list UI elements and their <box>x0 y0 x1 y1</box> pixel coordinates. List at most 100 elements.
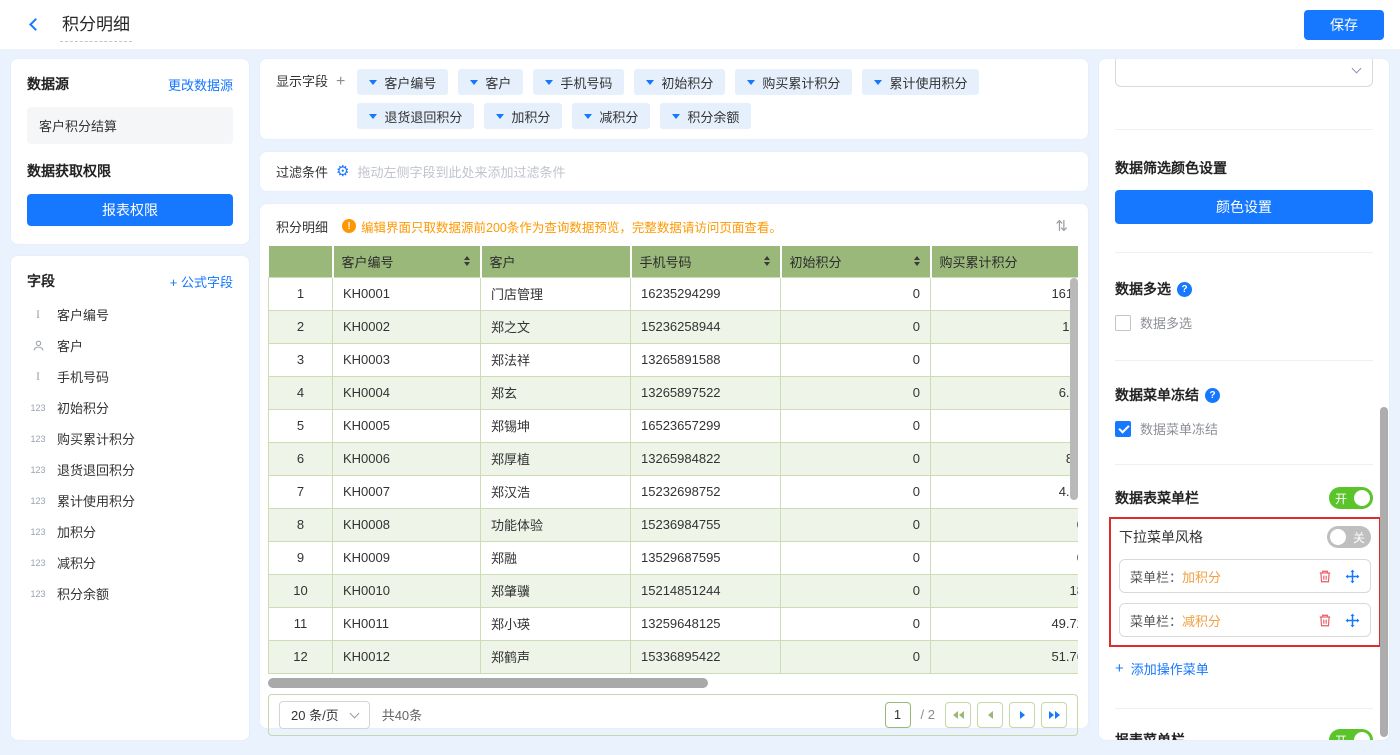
table-cell: KH0011 <box>333 607 481 640</box>
datasource-value[interactable]: 客户积分结算 <box>27 107 233 144</box>
prev-page-button[interactable] <box>977 702 1003 728</box>
multi-select-checkbox[interactable] <box>1115 315 1131 331</box>
add-display-field-button[interactable]: + <box>336 69 345 95</box>
table-cell: 0 <box>781 541 931 574</box>
field-item[interactable]: I客户编号 <box>27 299 233 330</box>
fields-title: 字段 <box>27 271 55 291</box>
table-cell: 16235294299 <box>631 277 781 310</box>
trash-icon[interactable] <box>1318 613 1332 628</box>
left-arrow-icon <box>988 711 993 719</box>
sort-order-icon[interactable] <box>1047 215 1076 237</box>
color-settings-button[interactable]: 颜色设置 <box>1115 190 1373 224</box>
report-permission-button[interactable]: 报表权限 <box>27 194 233 226</box>
field-item[interactable]: 123积分余额 <box>27 578 233 609</box>
field-label: 购买累计积分 <box>57 429 135 448</box>
table-row[interactable]: 1KH0001门店管理162352942990161.2 <box>269 277 1079 310</box>
sort-icon[interactable] <box>762 254 772 268</box>
table-cell: KH0009 <box>333 541 481 574</box>
field-item[interactable]: 123购买累计积分 <box>27 423 233 454</box>
freeze-checkbox[interactable] <box>1115 421 1131 437</box>
field-item[interactable]: 客户 <box>27 330 233 361</box>
table-row[interactable]: 12KH0012郑鹤声15336895422051.76 <box>269 640 1079 673</box>
table-cell: 0 <box>781 475 931 508</box>
last-page-button[interactable] <box>1041 702 1067 728</box>
display-field-chip[interactable]: 客户编号 <box>357 69 448 95</box>
back-button[interactable] <box>22 12 48 38</box>
table-row[interactable]: 7KH0007郑汉浩1523269875204.12 <box>269 475 1079 508</box>
column-header[interactable]: 购买累计积分 <box>931 246 1079 277</box>
table-cell: KH0006 <box>333 442 481 475</box>
move-icon[interactable] <box>1345 569 1360 584</box>
settings-select[interactable] <box>1115 58 1373 87</box>
vertical-scrollbar[interactable] <box>1380 407 1388 737</box>
datasource-card: 数据源 更改数据源 客户积分结算 数据获取权限 报表权限 <box>10 58 250 245</box>
table-card: 积分明细 编辑界面只取数据源前200条作为查询数据预览，完整数据请访问页面查看。… <box>259 203 1089 729</box>
table-row[interactable]: 10KH0010郑肇骥15214851244018 <box>269 574 1079 607</box>
field-item[interactable]: 123初始积分 <box>27 392 233 423</box>
table-cell: 6 <box>269 442 333 475</box>
page-size-value: 20 条/页 <box>291 705 339 724</box>
table-cell: KH0003 <box>333 343 481 376</box>
display-field-chip[interactable]: 加积分 <box>484 103 562 129</box>
field-item[interactable]: 123退货退回积分 <box>27 454 233 485</box>
display-field-chip[interactable]: 客户 <box>458 69 523 95</box>
field-item[interactable]: 123加积分 <box>27 516 233 547</box>
display-field-chip[interactable]: 减积分 <box>572 103 650 129</box>
save-button[interactable]: 保存 <box>1304 10 1384 40</box>
table-title: 积分明细 <box>276 217 328 236</box>
first-page-button[interactable] <box>945 702 971 728</box>
sort-icon[interactable] <box>462 254 472 268</box>
add-formula-field-link[interactable]: + 公式字段 <box>170 272 233 291</box>
sort-icon[interactable] <box>1077 254 1079 268</box>
horizontal-scrollbar[interactable] <box>268 678 708 688</box>
table-cell: 51.76 <box>931 640 1079 673</box>
change-datasource-link[interactable]: 更改数据源 <box>168 75 233 94</box>
current-page-box[interactable]: 1 <box>885 702 911 728</box>
fields-card: 字段 + 公式字段 I客户编号客户I手机号码123初始积分123购买累计积分12… <box>10 255 250 741</box>
freeze-option[interactable]: 数据菜单冻结 <box>1115 419 1373 438</box>
sort-icon[interactable] <box>912 254 922 268</box>
display-field-chip[interactable]: 退货退回积分 <box>357 103 474 129</box>
table-row[interactable]: 2KH0002郑之文152362589440150 <box>269 310 1079 343</box>
formula-field-label: 公式字段 <box>181 275 233 290</box>
column-header[interactable]: 客户编号 <box>333 246 481 277</box>
multi-select-option[interactable]: 数据多选 <box>1115 313 1373 332</box>
move-icon[interactable] <box>1345 613 1360 628</box>
table-cell: 16523657299 <box>631 409 781 442</box>
table-cell: 8 <box>269 508 333 541</box>
display-field-chip[interactable]: 积分余额 <box>660 103 751 129</box>
display-field-chip[interactable]: 购买累计积分 <box>735 69 852 95</box>
table-row[interactable]: 5KH0005郑锡坤1652365729900 <box>269 409 1079 442</box>
filter-label: 过滤条件 <box>276 162 328 181</box>
add-action-menu-link[interactable]: + 添加操作菜单 <box>1115 659 1373 678</box>
table-row[interactable]: 8KH0008功能体验1523698475500 <box>269 508 1079 541</box>
display-field-chip[interactable]: 初始积分 <box>634 69 725 95</box>
display-field-chip[interactable]: 累计使用积分 <box>862 69 979 95</box>
help-icon[interactable] <box>1205 388 1220 403</box>
next-page-button[interactable] <box>1009 702 1035 728</box>
page-size-select[interactable]: 20 条/页 <box>279 701 370 729</box>
chip-label: 客户编号 <box>384 73 436 92</box>
trash-icon[interactable] <box>1318 569 1332 584</box>
column-header[interactable]: 初始积分 <box>781 246 931 277</box>
table-row[interactable]: 9KH0009郑融1352968759500 <box>269 541 1079 574</box>
table-row[interactable]: 11KH0011郑小瑛13259648125049.72 <box>269 607 1079 640</box>
table-row[interactable]: 6KH0006郑厚植1326598482208.3 <box>269 442 1079 475</box>
table-row[interactable]: 4KH0004郑玄1326589752206.14 <box>269 376 1079 409</box>
report-menubar-toggle[interactable]: 开 <box>1329 729 1373 741</box>
table-cell: 161.2 <box>931 277 1079 310</box>
field-item[interactable]: 123减积分 <box>27 547 233 578</box>
table-row[interactable]: 3KH0003郑法祥1326589158800 <box>269 343 1079 376</box>
field-item[interactable]: I手机号码 <box>27 361 233 392</box>
table-menubar-toggle[interactable]: 开 <box>1329 487 1373 509</box>
help-icon[interactable] <box>1177 282 1192 297</box>
dropdown-style-toggle[interactable]: 关 <box>1327 526 1371 548</box>
vertical-scrollbar[interactable] <box>1070 278 1078 500</box>
display-field-chip[interactable]: 手机号码 <box>533 69 624 95</box>
table-cell: 49.72 <box>931 607 1079 640</box>
table-cell: 0 <box>781 607 931 640</box>
field-item[interactable]: 123累计使用积分 <box>27 485 233 516</box>
column-header[interactable]: 手机号码 <box>631 246 781 277</box>
menubar-item: 菜单栏：减积分 <box>1119 603 1371 637</box>
gear-icon[interactable]: ⚙ <box>336 164 349 179</box>
